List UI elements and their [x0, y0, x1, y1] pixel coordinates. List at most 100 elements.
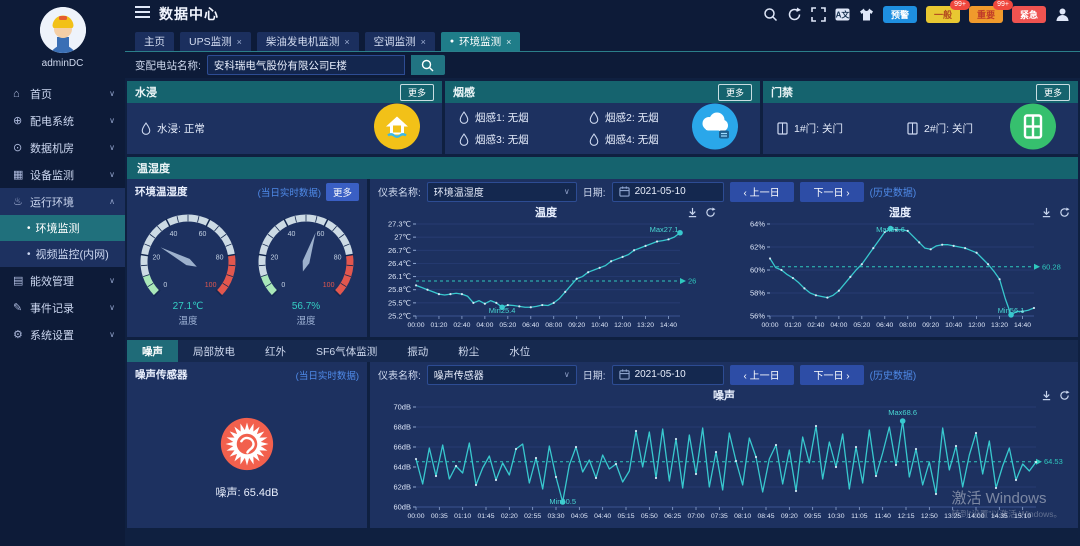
svg-text:27.3℃: 27.3℃	[388, 220, 411, 229]
alert-badge-general[interactable]: 一般 99+	[926, 6, 960, 23]
svg-text:湿度: 湿度	[296, 315, 316, 327]
sidebar-item-data-room[interactable]: ⊙ 数据机房 ∨	[0, 134, 125, 161]
temperature-chart: 温度25.2℃25.5℃25.8℃26.1℃26.4℃26.7℃27℃27.3℃…	[370, 204, 722, 332]
tab-partial-discharge[interactable]: 局部放电	[178, 340, 250, 362]
meter-select[interactable]: 噪声传感器 ∨	[427, 365, 577, 385]
sidebar-item-energy[interactable]: ▤ 能效管理 ∨	[0, 267, 125, 294]
refresh-icon[interactable]	[787, 7, 802, 22]
svg-text:0: 0	[281, 282, 285, 289]
svg-text:60.28: 60.28	[1042, 262, 1061, 271]
download-icon[interactable]	[1041, 207, 1052, 218]
history-data-link[interactable]: (历史数据)	[870, 184, 917, 199]
svg-text:Max27.1: Max27.1	[650, 225, 679, 234]
download-icon[interactable]	[687, 207, 698, 218]
svg-text:04:00: 04:00	[476, 322, 493, 329]
svg-text:02:40: 02:40	[807, 322, 824, 329]
tab-vibration[interactable]: 振动	[392, 340, 443, 362]
sidebar-item-settings[interactable]: ⚙ 系统设置 ∨	[0, 321, 125, 348]
tab-env-monitor[interactable]: ● 环境监测 ×	[441, 32, 521, 51]
status-text: 烟感3: 无烟	[475, 132, 529, 147]
sidebar-item-power-system[interactable]: ⊕ 配电系统 ∨	[0, 107, 125, 134]
smoke-status-icon	[692, 103, 738, 154]
history-data-link[interactable]: (历史数据)	[870, 367, 917, 382]
tab-infrared[interactable]: 红外	[250, 340, 301, 362]
refresh-icon[interactable]	[1059, 390, 1070, 401]
theme-skin-icon[interactable]	[859, 7, 874, 22]
data-room-icon: ⊙	[13, 141, 30, 154]
sidebar-item-environment[interactable]: ♨ 运行环境 ∧	[0, 188, 125, 215]
chart-controls: 仪表名称: 噪声传感器 ∨ 日期: 2021-05-10 ‹ 上一日	[370, 362, 1078, 387]
bullet-icon: •	[27, 249, 31, 260]
sidebar-item-label: 设备监测	[30, 167, 109, 183]
svg-text:01:20: 01:20	[430, 322, 447, 329]
svg-text:06:40: 06:40	[522, 322, 539, 329]
close-icon[interactable]: ×	[506, 37, 511, 47]
status-text: 烟感2: 无烟	[605, 110, 659, 125]
tab-sf6-gas[interactable]: SF6气体监测	[301, 340, 392, 362]
sidebar-item-video-monitor[interactable]: • 视频监控(内网)	[0, 241, 125, 267]
svg-text:09:55: 09:55	[804, 513, 821, 520]
alert-badge-warning[interactable]: 预警	[883, 6, 917, 23]
next-day-button[interactable]: 下一日 ›	[800, 182, 864, 202]
badge-label: 重要	[977, 10, 995, 20]
refresh-icon[interactable]	[1059, 207, 1070, 218]
more-button[interactable]: 更多	[326, 183, 359, 201]
chevron-down-icon: ∨	[564, 370, 570, 379]
svg-text:04:40: 04:40	[594, 513, 611, 520]
close-icon[interactable]: ×	[344, 37, 349, 47]
svg-text:04:00: 04:00	[830, 322, 847, 329]
tab-hvac-monitor[interactable]: 空调监测 ×	[365, 32, 435, 51]
sidebar-item-label: 配电系统	[30, 113, 109, 129]
close-icon[interactable]: ×	[421, 37, 426, 47]
search-icon[interactable]	[763, 7, 778, 22]
svg-text:40: 40	[170, 231, 178, 238]
user-icon[interactable]	[1055, 7, 1070, 22]
download-icon[interactable]	[1041, 390, 1052, 401]
status-text: 1#门: 关门	[794, 121, 843, 136]
fullscreen-icon[interactable]	[811, 7, 826, 22]
svg-text:40: 40	[288, 231, 296, 238]
station-search-button[interactable]	[411, 55, 445, 75]
close-icon[interactable]: ×	[237, 37, 242, 47]
tab-home[interactable]: 主页	[135, 32, 174, 51]
sidebar-item-event-log[interactable]: ✎ 事件记录 ∨	[0, 294, 125, 321]
sidebar-item-home[interactable]: ⌂ 首页 ∨	[0, 80, 125, 107]
alert-badge-important[interactable]: 重要 99+	[969, 6, 1003, 23]
more-button[interactable]: 更多	[1036, 84, 1070, 101]
environment-icon: ♨	[13, 195, 30, 208]
station-search-input[interactable]	[207, 55, 405, 75]
translate-icon[interactable]: A文	[835, 7, 850, 22]
user-profile[interactable]: adminDC	[0, 0, 125, 76]
card-title: 门禁	[771, 84, 1036, 100]
tab-noise[interactable]: 噪声	[127, 340, 178, 362]
svg-text:01:20: 01:20	[784, 322, 801, 329]
date-input[interactable]: 2021-05-10	[612, 365, 724, 385]
chart-controls: 仪表名称: 环境温湿度 ∨ 日期: 2021-05-10 ‹ 上一日	[370, 179, 1078, 204]
svg-text:噪声: 噪声	[713, 388, 735, 402]
meter-select[interactable]: 环境温湿度 ∨	[427, 182, 577, 202]
sidebar-item-device-monitor[interactable]: ▦ 设备监测 ∨	[0, 161, 125, 188]
date-input[interactable]: 2021-05-10	[612, 182, 724, 202]
tab-diesel-generator-monitor[interactable]: 柴油发电机监测 ×	[257, 32, 359, 51]
more-button[interactable]: 更多	[400, 84, 434, 101]
refresh-icon[interactable]	[705, 207, 716, 218]
prev-day-button[interactable]: ‹ 上一日	[730, 365, 794, 385]
svg-text:Min25.4: Min25.4	[489, 306, 516, 315]
engineer-avatar-image	[40, 7, 86, 53]
sidebar-item-env-monitor[interactable]: • 环境监测	[0, 215, 125, 241]
sidebar-subitem-label: 环境监测	[36, 220, 80, 236]
realtime-note: (当日实时数据)	[258, 185, 321, 199]
svg-text:64.53: 64.53	[1044, 457, 1063, 466]
alert-badge-urgent[interactable]: 紧急	[1012, 6, 1046, 23]
menu-toggle-icon[interactable]	[135, 5, 151, 23]
flood-status-icon	[374, 103, 420, 154]
tab-water-level[interactable]: 水位	[494, 340, 545, 362]
avatar	[40, 7, 86, 53]
next-day-button[interactable]: 下一日 ›	[800, 365, 864, 385]
more-button[interactable]: 更多	[718, 84, 752, 101]
svg-text:100: 100	[323, 282, 335, 289]
tab-dust[interactable]: 粉尘	[443, 340, 494, 362]
tab-ups-monitor[interactable]: UPS监测 ×	[180, 32, 251, 51]
prev-day-button[interactable]: ‹ 上一日	[730, 182, 794, 202]
svg-text:03:30: 03:30	[547, 513, 564, 520]
